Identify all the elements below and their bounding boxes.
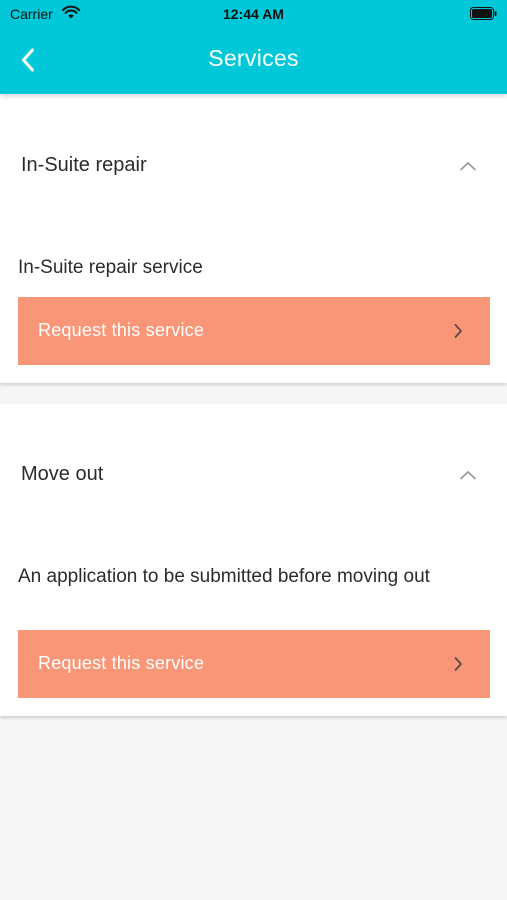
service-description: An application to be submitted before mo… — [18, 566, 430, 587]
services-screen: Carrier 12:44 AM Services In-Suite repai… — [0, 0, 507, 900]
chevron-up-icon[interactable] — [459, 469, 477, 481]
battery-icon — [470, 7, 497, 20]
service-description: In-Suite repair service — [18, 257, 203, 278]
app-header: Carrier 12:44 AM Services — [0, 0, 507, 94]
service-card-in-suite-repair: In-Suite repair In-Suite repair service … — [0, 94, 507, 383]
status-time: 12:44 AM — [223, 6, 284, 22]
nav-bar: Services — [0, 28, 507, 94]
service-title: Move out — [21, 463, 104, 485]
service-title: In-Suite repair — [21, 154, 147, 176]
request-button-label: Request this service — [38, 320, 205, 340]
service-card-move-out: Move out An application to be submitted … — [0, 404, 507, 716]
request-button-label: Request this service — [38, 653, 205, 673]
request-service-button[interactable]: Request this service — [18, 297, 490, 365]
request-service-button[interactable]: Request this service — [18, 630, 490, 698]
chevron-right-icon — [454, 324, 462, 338]
chevron-up-icon[interactable] — [459, 160, 477, 172]
page-title: Services — [208, 45, 299, 71]
status-bar: Carrier 12:44 AM — [0, 0, 507, 28]
chevron-right-icon — [454, 657, 462, 671]
